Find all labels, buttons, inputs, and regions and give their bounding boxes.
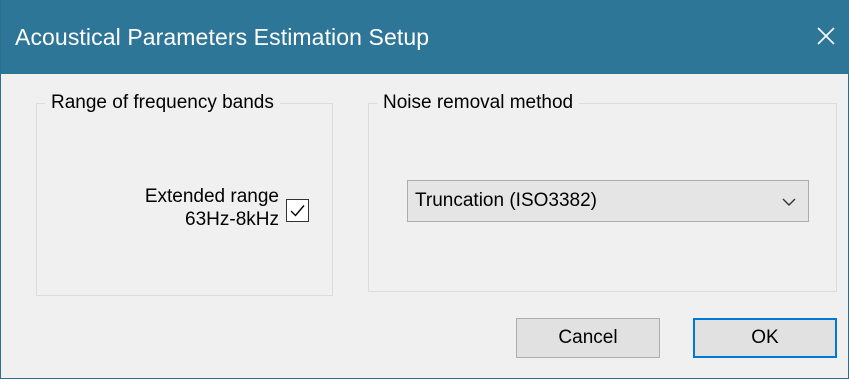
- checkmark-icon: [290, 205, 305, 217]
- title-bar: Acoustical Parameters Estimation Setup: [1, 0, 849, 74]
- window-title: Acoustical Parameters Estimation Setup: [15, 24, 430, 50]
- extended-range-checkbox[interactable]: [286, 199, 309, 222]
- extended-range-label[interactable]: Extended range 63Hz-8kHz: [145, 185, 279, 231]
- close-icon: [817, 27, 835, 45]
- noise-removal-group-label: Noise removal method: [377, 90, 580, 116]
- dialog-window: Acoustical Parameters Estimation Setup R…: [0, 0, 849, 379]
- noise-removal-selected-value: Truncation (ISO3382): [415, 190, 597, 211]
- frequency-range-group: Range of frequency bands Extended range …: [36, 90, 333, 296]
- ok-button[interactable]: OK: [693, 318, 837, 358]
- cancel-button[interactable]: Cancel: [516, 318, 660, 358]
- extended-range-label-line2: 63Hz-8kHz: [185, 209, 279, 230]
- frequency-range-group-label: Range of frequency bands: [45, 90, 280, 116]
- close-button[interactable]: [808, 18, 844, 54]
- chevron-down-icon: [782, 198, 796, 206]
- extended-range-option[interactable]: Extended range 63Hz-8kHz: [97, 181, 313, 241]
- noise-removal-group: Noise removal method Truncation (ISO3382…: [368, 90, 837, 292]
- extended-range-label-line1: Extended range: [144, 186, 279, 207]
- noise-removal-dropdown[interactable]: Truncation (ISO3382): [407, 180, 809, 222]
